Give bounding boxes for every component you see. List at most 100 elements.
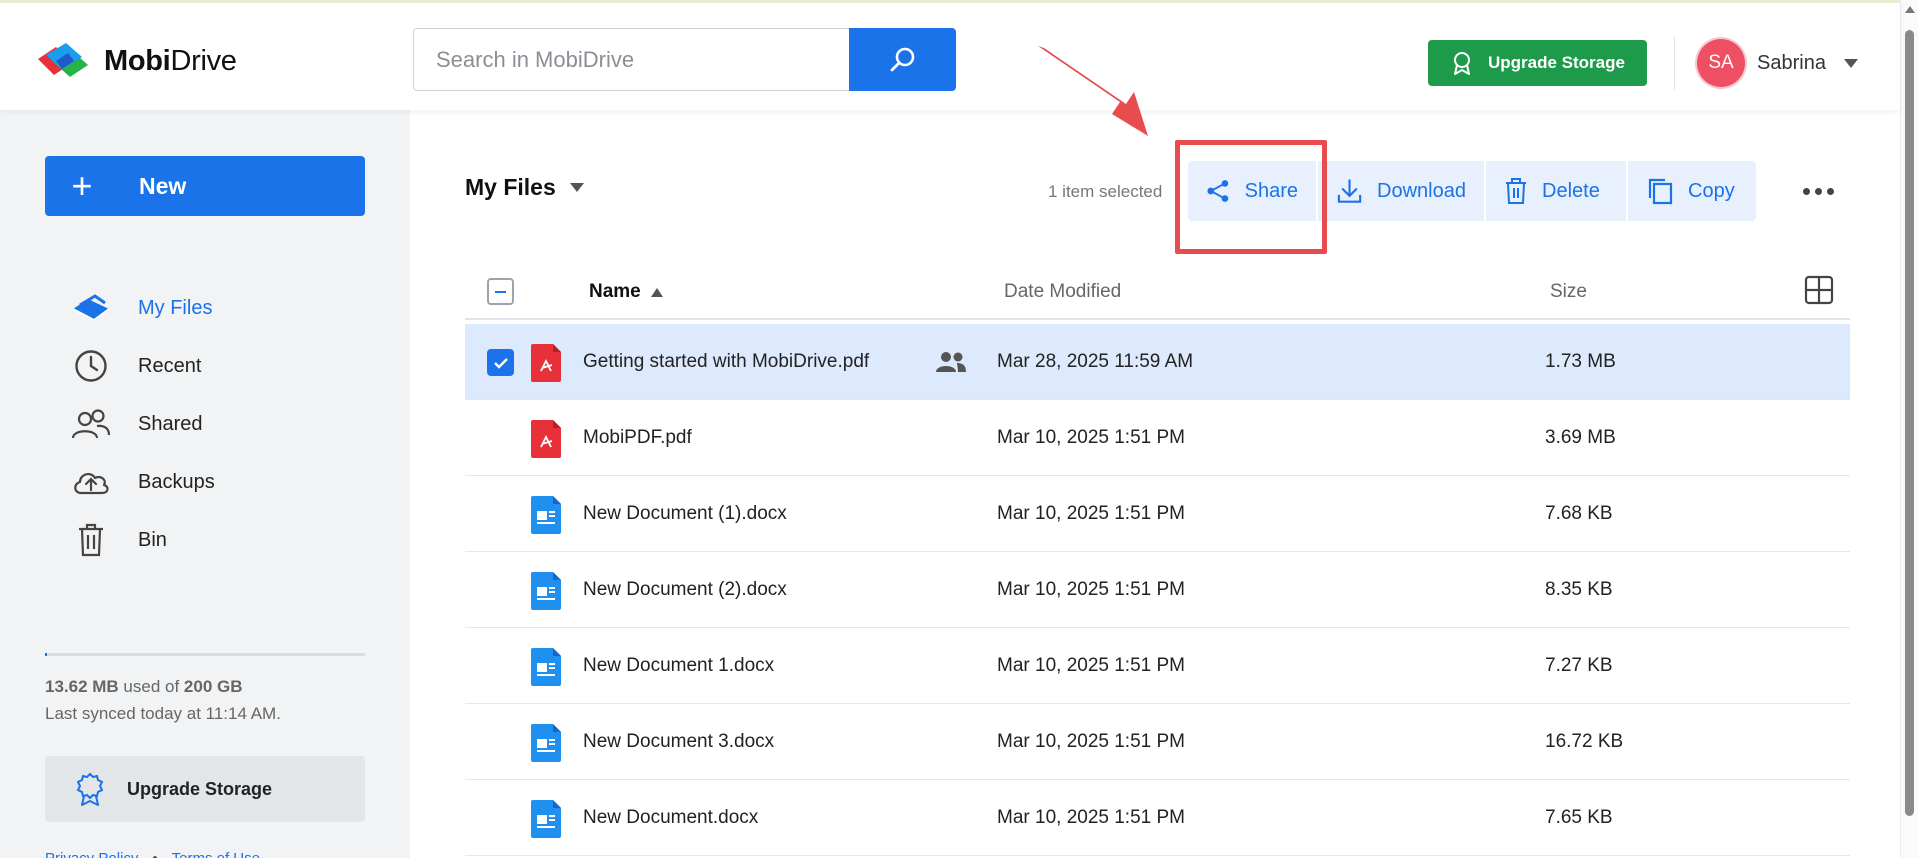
cloud-icon xyxy=(70,288,112,328)
pdf-file-icon xyxy=(531,344,561,382)
download-icon xyxy=(1337,179,1362,203)
page-title: My Files xyxy=(465,174,556,200)
storage-usage-bar xyxy=(45,653,365,656)
storage-usage-text: 13.62 MB used of 200 GB xyxy=(45,677,243,696)
file-date: Mar 10, 2025 1:51 PM xyxy=(997,579,1185,600)
file-size: 3.69 MB xyxy=(1545,427,1616,448)
app-logo[interactable]: MobiDrive xyxy=(34,41,237,81)
sidebar-item-label: Recent xyxy=(138,354,202,377)
sidebar-item-recent[interactable]: Recent xyxy=(70,344,370,388)
app-root: MobiDrive Search in MobiDrive Upgrade St… xyxy=(0,0,1918,858)
more-options-button[interactable] xyxy=(1793,178,1843,204)
file-name[interactable]: New Document 1.docx xyxy=(583,655,774,677)
footer-separator: • xyxy=(152,850,157,858)
select-all-checkbox[interactable] xyxy=(487,278,514,305)
file-list: Getting started with MobiDrive.pdf Mar 2… xyxy=(465,324,1850,856)
award-badge-icon xyxy=(1454,52,1470,75)
column-header-size[interactable]: Size xyxy=(1550,281,1587,303)
row-checkbox[interactable] xyxy=(487,349,514,376)
sidebar-item-label: My Files xyxy=(138,296,213,319)
chevron-down-icon xyxy=(569,183,584,192)
table-row[interactable]: New Document 1.docx Mar 10, 2025 1:51 PM… xyxy=(465,628,1850,704)
privacy-policy-link[interactable]: Privacy Policy xyxy=(45,850,138,858)
user-name: Sabrina xyxy=(1757,51,1826,74)
file-size: 7.65 KB xyxy=(1545,807,1613,828)
file-name[interactable]: New Document (2).docx xyxy=(583,579,787,601)
top-header: MobiDrive Search in MobiDrive Upgrade St… xyxy=(0,0,1900,110)
sidebar-item-shared[interactable]: Shared xyxy=(70,402,370,446)
user-menu[interactable]: SA Sabrina xyxy=(1697,39,1858,87)
new-button[interactable]: + New xyxy=(45,156,365,216)
cloud-upload-icon xyxy=(70,462,112,502)
more-dot xyxy=(1802,187,1810,195)
column-header-name[interactable]: Name xyxy=(589,281,663,303)
file-size: 8.35 KB xyxy=(1545,579,1613,600)
trash-icon xyxy=(70,520,112,560)
more-dot xyxy=(1826,187,1834,195)
selection-count: 1 item selected xyxy=(1048,182,1163,201)
upgrade-storage-button[interactable]: Upgrade Storage xyxy=(1428,40,1647,86)
file-size: 1.73 MB xyxy=(1545,351,1616,372)
column-header-date[interactable]: Date Modified xyxy=(1004,281,1121,303)
minus-icon xyxy=(495,290,506,293)
docx-file-icon xyxy=(531,724,561,762)
download-label: Download xyxy=(1377,179,1466,202)
trash-icon xyxy=(1506,178,1526,204)
scrollbar-thumb[interactable] xyxy=(1905,30,1914,816)
plus-icon: + xyxy=(71,165,93,206)
search-button[interactable] xyxy=(849,28,956,91)
pdf-file-icon xyxy=(531,420,561,458)
file-name[interactable]: New Document 3.docx xyxy=(583,731,774,753)
file-name[interactable]: Getting started with MobiDrive.pdf xyxy=(583,351,869,373)
file-name[interactable]: New Document (1).docx xyxy=(583,503,787,525)
search-icon xyxy=(890,47,914,71)
sidebar-item-my-files[interactable]: My Files xyxy=(70,286,370,330)
sidebar: + New My Files Recent Shared Backups Bin… xyxy=(0,110,410,858)
file-name[interactable]: MobiPDF.pdf xyxy=(583,427,692,449)
file-size: 16.72 KB xyxy=(1545,731,1624,752)
scroll-up-arrow-icon[interactable] xyxy=(1905,6,1915,13)
docx-file-icon xyxy=(531,496,561,534)
chevron-down-icon xyxy=(1843,58,1858,68)
sidebar-upgrade-storage-button[interactable]: Upgrade Storage xyxy=(45,756,365,822)
grid-view-icon[interactable] xyxy=(1804,275,1834,305)
mobidrive-logo-icon xyxy=(38,43,88,77)
delete-button[interactable]: Delete xyxy=(1486,161,1626,221)
breadcrumb[interactable]: My Files xyxy=(465,174,584,201)
last-synced-text: Last synced today at 11:14 AM. xyxy=(45,704,281,723)
docx-file-icon xyxy=(531,648,561,686)
sidebar-item-label: Bin xyxy=(138,528,167,551)
copy-icon xyxy=(1648,178,1673,205)
table-row[interactable]: New Document.docx Mar 10, 2025 1:51 PM 7… xyxy=(465,780,1850,856)
shared-people-icon xyxy=(936,352,966,372)
storage-usage-fill xyxy=(45,653,47,656)
copy-label: Copy xyxy=(1688,179,1735,202)
app-name: MobiDrive xyxy=(104,44,237,77)
vertical-scrollbar[interactable] xyxy=(1900,0,1918,858)
download-button[interactable]: Download xyxy=(1318,161,1484,221)
footer-links: Privacy Policy • Terms of Use xyxy=(45,850,260,858)
award-badge-icon xyxy=(76,772,104,806)
table-row[interactable]: Getting started with MobiDrive.pdf Mar 2… xyxy=(465,324,1850,400)
file-date: Mar 10, 2025 1:51 PM xyxy=(997,655,1185,676)
file-name[interactable]: New Document.docx xyxy=(583,807,758,829)
sidebar-item-backups[interactable]: Backups xyxy=(70,460,370,504)
table-row[interactable]: MobiPDF.pdf Mar 10, 2025 1:51 PM 3.69 MB xyxy=(465,400,1850,476)
table-row[interactable]: New Document 3.docx Mar 10, 2025 1:51 PM… xyxy=(465,704,1850,780)
table-row[interactable]: New Document (2).docx Mar 10, 2025 1:51 … xyxy=(465,552,1850,628)
docx-file-icon xyxy=(531,572,561,610)
people-icon xyxy=(70,404,112,444)
file-date: Mar 28, 2025 11:59 AM xyxy=(997,351,1194,372)
terms-of-use-link[interactable]: Terms of Use xyxy=(172,850,260,858)
more-dot xyxy=(1814,187,1822,195)
copy-button[interactable]: Copy xyxy=(1628,161,1756,221)
file-size: 7.27 KB xyxy=(1545,655,1613,676)
highlight-annotation-box xyxy=(1175,140,1327,254)
table-row[interactable]: New Document (1).docx Mar 10, 2025 1:51 … xyxy=(465,476,1850,552)
search-input[interactable]: Search in MobiDrive xyxy=(413,28,849,91)
sidebar-item-bin[interactable]: Bin xyxy=(70,518,370,562)
table-header: Name Date Modified Size xyxy=(465,253,1850,320)
clock-icon xyxy=(70,346,112,386)
sidebar-upgrade-label: Upgrade Storage xyxy=(127,778,273,799)
file-date: Mar 10, 2025 1:51 PM xyxy=(997,731,1185,752)
